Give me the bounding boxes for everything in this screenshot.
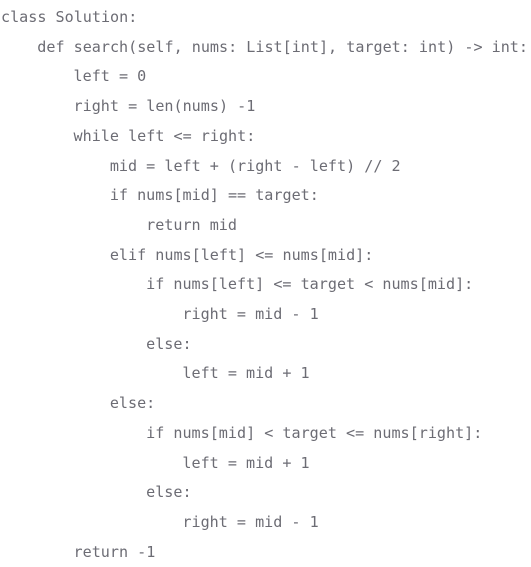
code-line: else: — [0, 389, 531, 419]
code-line: if nums[mid] < target <= nums[right]: — [0, 419, 531, 449]
code-line: right = mid - 1 — [0, 300, 531, 330]
code-line-text: return -1 — [73, 542, 156, 561]
code-line: else: — [0, 478, 531, 508]
code-line: left = mid + 1 — [0, 449, 531, 479]
code-line-text: left = mid + 1 — [182, 364, 310, 383]
code-line: if nums[left] <= target < nums[mid]: — [0, 270, 531, 300]
code-line-text: if nums[mid] == target: — [109, 186, 319, 205]
code-line-text: return mid — [146, 215, 237, 234]
code-line: left = 0 — [0, 62, 531, 92]
code-line-text: left = mid + 1 — [182, 453, 310, 472]
code-line: def search(self, nums: List[int], target… — [0, 33, 531, 63]
code-line: class Solution: — [0, 3, 531, 33]
code-line-text: if nums[left] <= target < nums[mid]: — [146, 275, 474, 294]
code-line-text: def search(self, nums: List[int], target… — [37, 37, 528, 56]
code-line-text: elif nums[left] <= nums[mid]: — [109, 245, 374, 264]
code-line-text: while left <= right: — [73, 126, 256, 145]
code-line: while left <= right: — [0, 122, 531, 152]
code-line-text: else: — [146, 334, 192, 353]
code-line-text: right = len(nums) -1 — [73, 97, 256, 116]
code-line-text: mid = left + (right - left) // 2 — [109, 156, 401, 175]
code-line-text: class Solution: — [1, 8, 138, 26]
code-line: right = len(nums) -1 — [0, 92, 531, 122]
code-line: elif nums[left] <= nums[mid]: — [0, 241, 531, 271]
code-line: else: — [0, 330, 531, 360]
code-line: return mid — [0, 211, 531, 241]
code-line-text: right = mid - 1 — [182, 512, 319, 531]
code-line: mid = left + (right - left) // 2 — [0, 152, 531, 182]
code-line: return -1 — [0, 538, 531, 567]
code-line-text: else: — [109, 394, 156, 413]
code-line-text: right = mid - 1 — [182, 305, 319, 323]
code-line: left = mid + 1 — [0, 359, 531, 389]
code-line: if nums[mid] == target: — [0, 181, 531, 211]
code-line-text: if nums[mid] < target <= nums[right]: — [146, 423, 483, 442]
code-listing: class Solution: def search(self, nums: Li… — [0, 0, 531, 565]
code-line-text: else: — [146, 483, 192, 502]
code-line-text: left = 0 — [73, 67, 147, 86]
code-line: right = mid - 1 — [0, 508, 531, 538]
